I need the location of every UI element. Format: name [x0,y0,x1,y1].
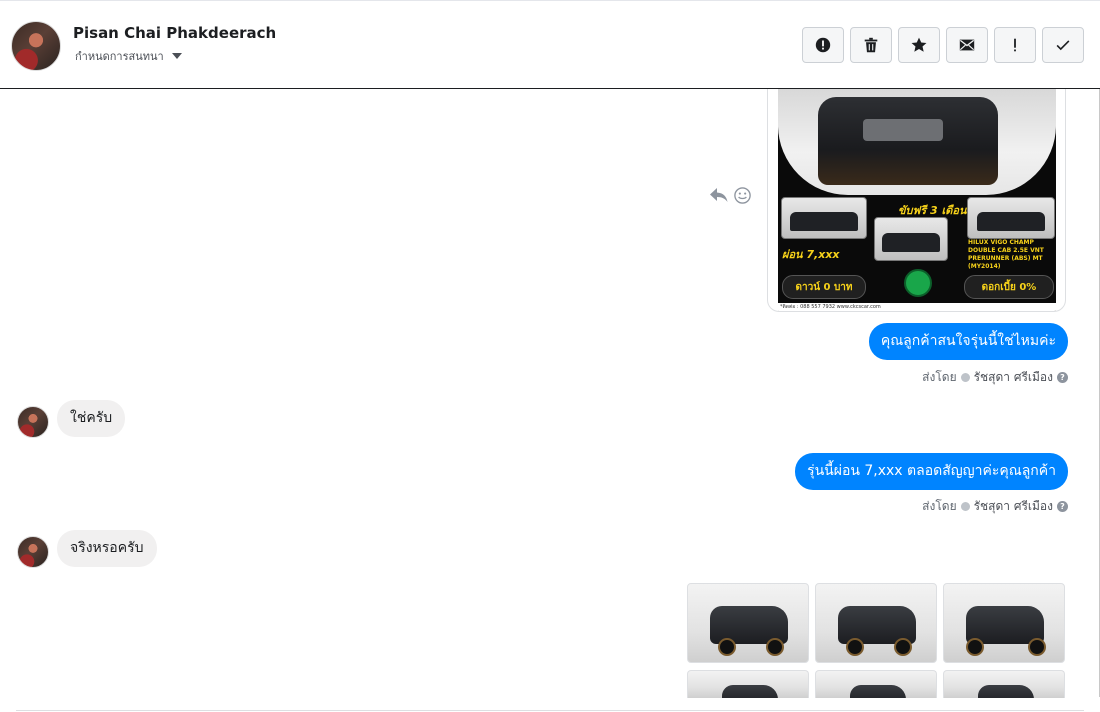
shared-photo[interactable] [687,583,809,663]
checkmark-icon [1056,40,1070,51]
ad-hero-photo [778,89,1056,195]
mark-important-button[interactable] [994,27,1036,63]
sent-by-prefix: ส่งโดย [922,499,957,513]
sent-by-agent[interactable]: รัชสุดา ศรีเมือง [974,368,1053,387]
shared-photo[interactable] [943,583,1065,663]
truck-image [722,685,778,698]
truck-grille [863,119,943,141]
truck-image [978,685,1034,698]
dealer-logo [904,269,932,297]
ad-interest: ดอกเบี้ย 0% [964,275,1054,299]
trash-icon [864,37,878,53]
exclamation-icon [1014,38,1016,52]
sent-by-prefix: ส่งโดย [922,370,957,384]
ad-down-payment: ดาวน์ 0 บาท [782,275,866,299]
ad-model-text: HILUX VIGO CHAMP DOUBLE CAB 2.5E VNT PRE… [968,239,1044,270]
wheel [718,638,736,656]
shared-photo[interactable] [687,670,809,698]
agent-status-icon [960,373,970,382]
wheel [894,638,912,656]
assign-conversation-label: กำหนดการสนทนา [75,50,164,63]
truck-image [850,685,906,698]
sent-by-info: ส่งโดย รัชสุดา ศรีเมือง ? [922,368,1068,387]
ad-installment-text: ผ่อน 7,xxx [782,248,840,261]
contact-avatar-small[interactable] [17,536,49,568]
truck-image [818,97,998,185]
star-icon [911,37,927,52]
mark-done-button[interactable] [1042,27,1084,63]
mark-unread-button[interactable] [946,27,988,63]
caret-down-icon [171,53,182,59]
header-actions [802,27,1084,63]
shared-photo[interactable] [815,670,937,698]
wheel [846,638,864,656]
composer-divider [16,710,1084,711]
conversation-header: Pisan Chai Phakdeerach กำหนดการสนทนา [0,0,1100,89]
ad-thumb-side [781,197,867,239]
contact-avatar-small[interactable] [17,406,49,438]
incoming-message[interactable]: ใช่ครับ [57,400,126,437]
star-button[interactable] [898,27,940,63]
shared-photo[interactable] [943,670,1065,698]
shared-ad-image-card[interactable]: ขับฟรี 3 เดือน ผ่อน 7,xxx HILUX VIGO CHA… [767,89,1066,312]
assign-conversation-dropdown[interactable]: กำหนดการสนทนา [75,47,182,65]
wheel [1028,638,1046,656]
contact-name[interactable]: Pisan Chai Phakdeerach [73,24,276,42]
help-icon[interactable]: ? [1057,501,1068,512]
wheel [966,638,984,656]
report-spam-button[interactable] [802,27,844,63]
emoji-reaction-icon[interactable] [733,186,752,209]
outgoing-message[interactable]: คุณลูกค้าสนใจรุ่นนี้ใช่ไหมค่ะ [868,323,1068,360]
contact-avatar[interactable] [11,21,61,71]
sent-by-agent[interactable]: รัชสุดา ศรีเมือง [974,497,1053,516]
help-icon[interactable]: ? [1057,372,1068,383]
ad-footer-text: *ติดต่อ : 088 557 7932 www.ckcscar.com [778,303,1056,311]
report-spam-icon [815,37,831,53]
envelope-icon [959,39,975,51]
agent-status-icon [960,502,970,511]
ad-image: ขับฟรี 3 เดือน ผ่อน 7,xxx HILUX VIGO CHA… [778,89,1056,311]
incoming-message[interactable]: จริงหรอครับ [57,530,157,567]
shared-photo[interactable] [815,583,937,663]
outgoing-message[interactable]: รุ่นนี้ผ่อน 7,xxx ตลอดสัญญาค่ะคุณลูกค้า [795,453,1068,490]
reply-icon[interactable] [709,186,729,208]
ad-thumb-rear [874,217,948,261]
delete-button[interactable] [850,27,892,63]
ad-thumb-side-2 [967,197,1055,239]
sent-by-info: ส่งโดย รัชสุดา ศรีเมือง ? [922,497,1068,516]
wheel [766,638,784,656]
